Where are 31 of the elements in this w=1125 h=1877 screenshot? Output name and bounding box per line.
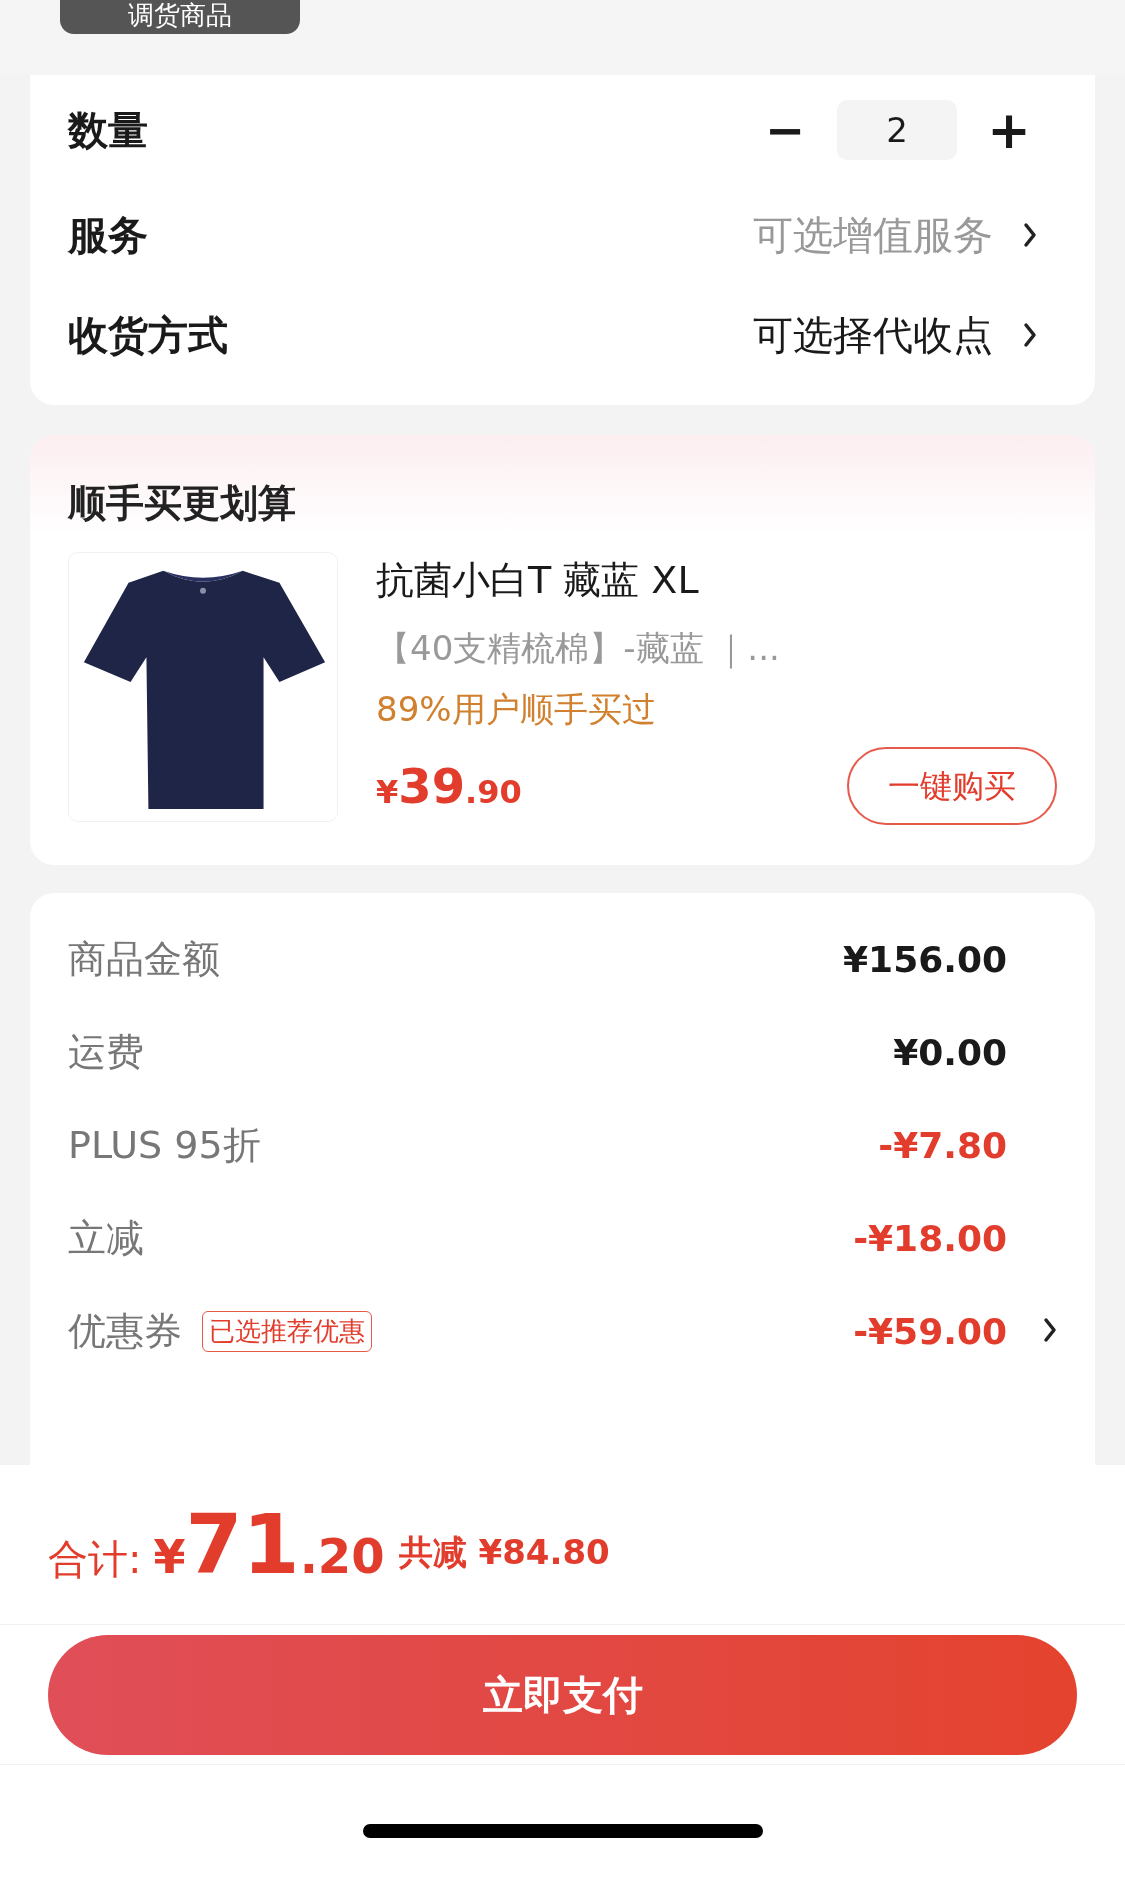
summary-label: 运费: [68, 1029, 144, 1076]
row-label: 收货方式: [68, 311, 228, 360]
summary-amount: ¥156.00: [843, 937, 1007, 982]
row-label: 数量: [68, 106, 148, 155]
section-title: 顺手买更划算: [68, 480, 297, 527]
summary-label: 立减: [68, 1215, 144, 1262]
chevron-right-icon: [1043, 1316, 1057, 1343]
increase-button[interactable]: +: [981, 104, 1037, 156]
summary-amount: ¥0.00: [893, 1030, 1007, 1075]
summary-label: PLUS 95折: [68, 1122, 261, 1169]
decrease-button[interactable]: −: [757, 106, 813, 154]
summary-amount: -¥18.00: [853, 1216, 1007, 1261]
quantity-field[interactable]: 2: [837, 100, 957, 160]
coupon-tag: 已选推荐优惠: [202, 1311, 372, 1352]
product-spec: 【40支精梳棉】-藏蓝 ｜...: [376, 627, 781, 671]
pay-button[interactable]: 立即支付: [48, 1634, 1077, 1755]
purchase-hint: 89%用户顺手买过: [376, 688, 657, 731]
product-price: ¥39.90: [376, 757, 522, 816]
total-savings: 共减 ¥84.80: [398, 1531, 610, 1574]
product-tag: 调货商品: [60, 0, 300, 34]
buy-now-button[interactable]: 一键购买: [847, 747, 1057, 825]
summary-amount: -¥7.80: [878, 1123, 1007, 1168]
chevron-right-icon: [1023, 322, 1037, 348]
chevron-right-icon: [1023, 222, 1037, 248]
summary-label: 优惠券: [68, 1308, 182, 1355]
option-link[interactable]: 可选择代收点: [753, 305, 1037, 365]
total-price: 合计: ¥71.20: [48, 1496, 385, 1594]
summary-amount: -¥59.00: [853, 1309, 1007, 1354]
summary-label: 商品金额: [68, 936, 220, 983]
row-label: 服务: [68, 211, 148, 260]
product-name: 抗菌小白T 藏蓝 XL: [376, 557, 700, 604]
